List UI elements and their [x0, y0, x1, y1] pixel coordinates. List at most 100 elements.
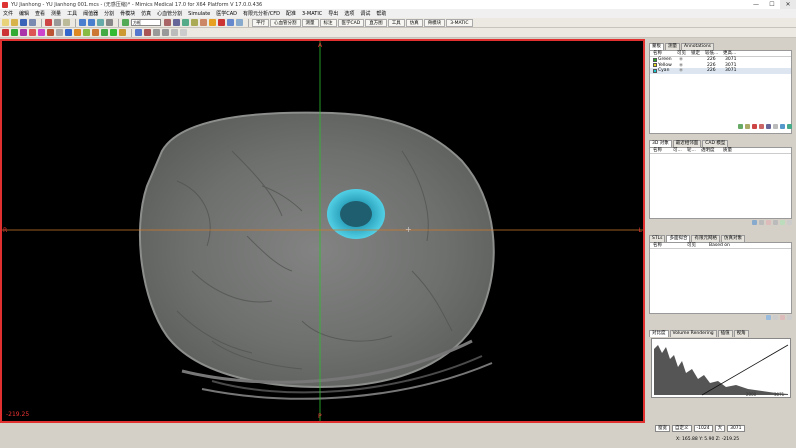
- tab-volume-rendering[interactable]: Volume Rendering: [669, 330, 717, 337]
- threshold-icon[interactable]: [2, 29, 9, 36]
- paste-icon[interactable]: [63, 19, 70, 26]
- new-stl-icon[interactable]: [766, 315, 771, 320]
- tab-3d-objects[interactable]: 3D 对象: [649, 140, 672, 147]
- tab-parallel[interactable]: 平行: [252, 18, 269, 27]
- object-properties-icon[interactable]: [773, 220, 778, 225]
- duplicate-mask-icon[interactable]: [745, 124, 750, 129]
- menu-threshold[interactable]: 阈值器: [83, 10, 98, 17]
- new-project-icon[interactable]: [2, 19, 9, 26]
- menu-tools[interactable]: 工具: [67, 10, 77, 17]
- split-icon[interactable]: [101, 29, 108, 36]
- grid-icon[interactable]: [236, 19, 243, 26]
- menu-register[interactable]: 配准: [286, 10, 296, 17]
- menu-3matic[interactable]: 3-MATIC: [302, 11, 322, 17]
- calculate-part-icon[interactable]: [766, 124, 771, 129]
- brush-icon[interactable]: [74, 29, 81, 36]
- edit-mask-icon[interactable]: [20, 29, 27, 36]
- rotate-icon[interactable]: [122, 19, 129, 26]
- zoom-icon[interactable]: [173, 19, 180, 26]
- eye-icon[interactable]: ◉: [679, 68, 707, 74]
- tab-cardio[interactable]: 心血管分割: [270, 18, 301, 27]
- menu-debug[interactable]: 调试: [360, 10, 370, 17]
- menu-simulate-cn[interactable]: 仿真: [141, 10, 151, 17]
- copy-object-icon[interactable]: [759, 220, 764, 225]
- calculate-3d-icon[interactable]: [56, 29, 63, 36]
- tab-nearest-faces[interactable]: 最近相邻面: [672, 140, 702, 147]
- tab-contrast[interactable]: 对比度: [649, 330, 669, 337]
- layout-icon[interactable]: [227, 19, 234, 26]
- tab-interpolation[interactable]: 插值: [717, 330, 733, 337]
- tab-annotations[interactable]: Annotations: [681, 43, 715, 50]
- region-grow-mask-icon[interactable]: [759, 124, 764, 129]
- reset-view-icon[interactable]: [97, 19, 104, 26]
- hide-icon[interactable]: [153, 29, 160, 36]
- new-object-icon[interactable]: [752, 220, 757, 225]
- close-button[interactable]: ✕: [780, 0, 796, 9]
- mask-color-icon[interactable]: [780, 124, 785, 129]
- tab-fea-mesh[interactable]: 有限元网格: [691, 235, 720, 242]
- menu-file[interactable]: 文件: [3, 10, 13, 17]
- info-icon[interactable]: [162, 29, 169, 36]
- menu-export[interactable]: 导出: [328, 10, 338, 17]
- tab-simulate[interactable]: 仿真: [405, 18, 423, 27]
- tab-polyline-fit[interactable]: 多面拟合: [666, 235, 691, 242]
- tab-medcad[interactable]: 医学CAD: [337, 18, 365, 27]
- cut-icon[interactable]: [45, 19, 52, 26]
- menu-view[interactable]: 查看: [35, 10, 45, 17]
- menu-segment[interactable]: 分割: [104, 10, 114, 17]
- smooth-icon[interactable]: [119, 29, 126, 36]
- region-grow-icon[interactable]: [11, 29, 18, 36]
- lasso-icon[interactable]: [83, 29, 90, 36]
- minimize-button[interactable]: —: [748, 0, 764, 9]
- max-value-field[interactable]: 3071: [727, 425, 745, 432]
- mask-row-cyan[interactable]: Cyan ◉ 226 3071: [650, 68, 791, 74]
- measure-distance-icon[interactable]: [144, 29, 151, 36]
- light-icon[interactable]: [209, 19, 216, 26]
- export-object-icon[interactable]: [787, 220, 792, 225]
- delete-stl-icon[interactable]: [780, 315, 785, 320]
- delete-mask-icon[interactable]: [752, 124, 757, 129]
- tab-bone[interactable]: 骨模块: [423, 18, 446, 27]
- tab-sim-objects[interactable]: 仿真对象: [720, 235, 745, 242]
- menu-help[interactable]: 帮助: [376, 10, 386, 17]
- menu-edit[interactable]: 编辑: [19, 10, 29, 17]
- menu-medcad[interactable]: 医学CAD: [216, 10, 237, 17]
- wrap-icon[interactable]: [110, 29, 117, 36]
- smooth-object-icon[interactable]: [780, 220, 785, 225]
- eraser-icon[interactable]: [92, 29, 99, 36]
- export-icon[interactable]: [171, 29, 178, 36]
- tab-tools[interactable]: 工具: [387, 18, 405, 27]
- morphology-icon[interactable]: [29, 29, 36, 36]
- settings-icon[interactable]: [106, 19, 113, 26]
- maximize-button[interactable]: ☐: [764, 0, 780, 9]
- tab-masks[interactable]: 蒙板: [649, 43, 664, 50]
- redo-icon[interactable]: [88, 19, 95, 26]
- menu-measure[interactable]: 测量: [51, 10, 61, 17]
- undo-icon[interactable]: [79, 19, 86, 26]
- tab-annotate[interactable]: 标注: [319, 18, 337, 27]
- mask-properties-icon[interactable]: [773, 124, 778, 129]
- menu-bone[interactable]: 骨模块: [120, 10, 135, 17]
- menu-fea[interactable]: 有限元分析/CFD: [243, 10, 280, 17]
- menu-options[interactable]: 选项: [344, 10, 354, 17]
- print-icon[interactable]: [29, 19, 36, 26]
- tab-histogram[interactable]: 直方图: [365, 18, 387, 27]
- save-icon[interactable]: [20, 19, 27, 26]
- measure-icon[interactable]: [191, 19, 198, 26]
- menu-simulate[interactable]: Simulate: [188, 11, 210, 17]
- annotate-icon[interactable]: [200, 19, 207, 26]
- view-mode-select[interactable]: 方框: [131, 19, 161, 26]
- tab-measurements[interactable]: 测量: [665, 43, 680, 50]
- tab-view-angle[interactable]: 视角: [733, 330, 749, 337]
- fill-holes-icon[interactable]: [47, 29, 54, 36]
- preset-select[interactable]: 自定义: [672, 425, 692, 432]
- crop-icon[interactable]: [65, 29, 72, 36]
- menu-cardio[interactable]: 心血管分割: [157, 10, 182, 17]
- copy-icon[interactable]: [54, 19, 61, 26]
- stl-properties-icon[interactable]: [787, 315, 792, 320]
- tab-cad-models[interactable]: CAD 模型: [702, 140, 729, 147]
- min-value-field[interactable]: -1024: [693, 425, 713, 432]
- copy-mask-icon[interactable]: [135, 29, 142, 36]
- contrast-histogram[interactable]: 2000 3071: [651, 338, 791, 398]
- axial-viewport[interactable]: + A P R L -219.25: [0, 39, 645, 423]
